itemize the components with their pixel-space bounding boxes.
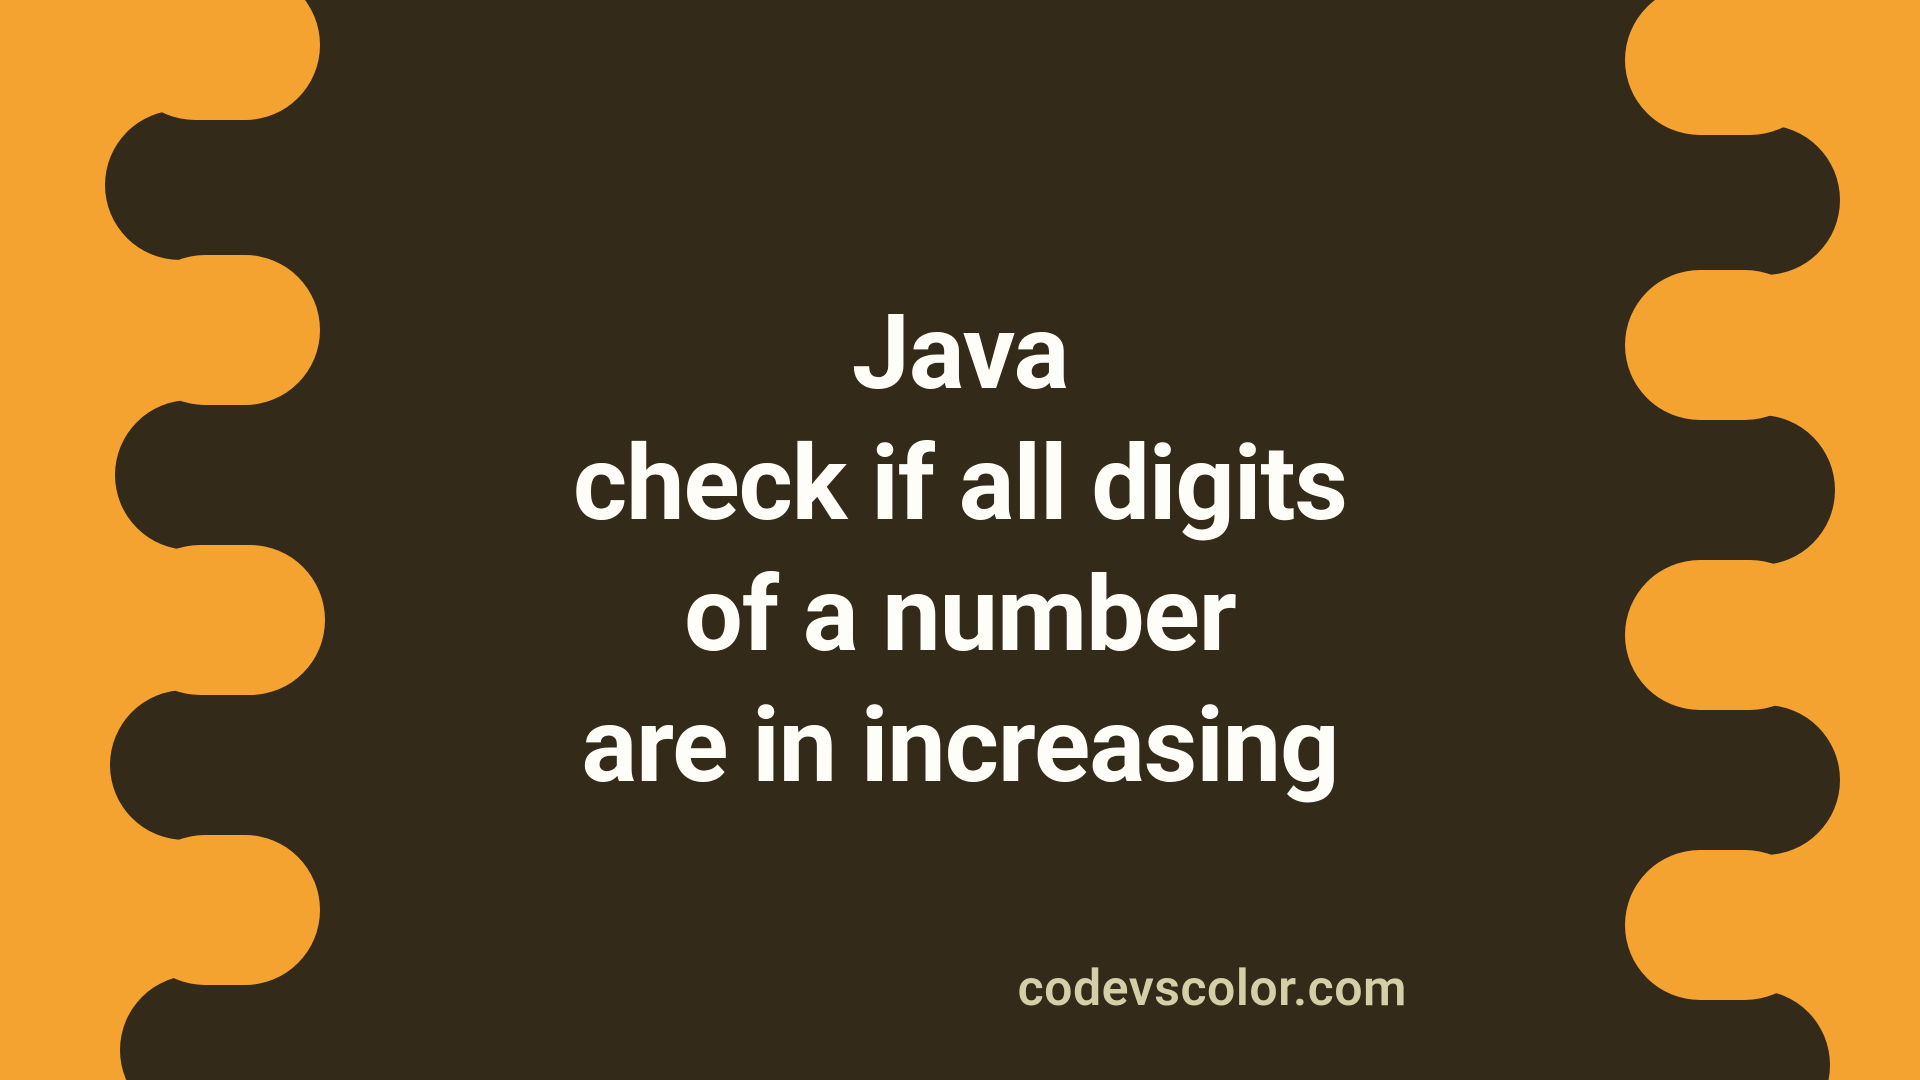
title-line-3: of a number: [684, 555, 1236, 676]
title-line-4: are in increasing: [581, 686, 1338, 807]
banner-graphic: Java check if all digits of a number are…: [0, 0, 1920, 1080]
shape-container: Java check if all digits of a number are…: [0, 0, 1920, 1080]
watermark-text: codevscolor.com: [1018, 960, 1407, 1018]
title-line-2: check if all digits: [573, 424, 1347, 545]
banner-title: Java check if all digits of a number are…: [573, 288, 1347, 812]
title-line-1: Java: [852, 293, 1069, 414]
text-layer: Java check if all digits of a number are…: [0, 0, 1920, 1080]
